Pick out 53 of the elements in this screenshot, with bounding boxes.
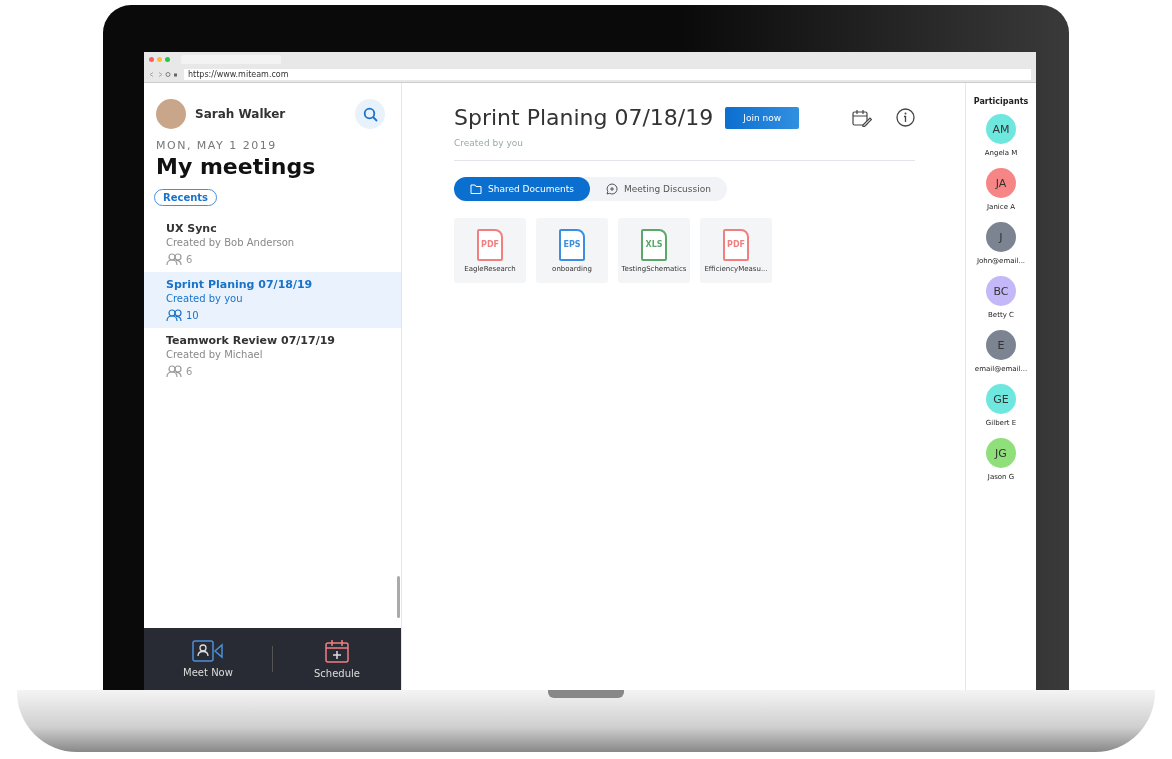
meeting-item[interactable]: Teamwork Review 07/17/19 Created by Michael 6 [144, 328, 401, 384]
meeting-item[interactable]: UX Sync Created by Bob Anderson 6 [144, 216, 401, 272]
meeting-title: UX Sync [166, 222, 218, 235]
participant-count: 6 [186, 253, 193, 265]
calendar-edit-icon [852, 108, 872, 127]
participants-title: Participants [973, 97, 1029, 106]
search-button[interactable] [355, 99, 385, 129]
search-icon [362, 106, 378, 122]
info-button[interactable] [896, 108, 915, 127]
participant-avatar[interactable]: JG [986, 438, 1016, 468]
meeting-creator: Created by Bob Anderson [166, 237, 296, 248]
participant-count: 6 [186, 365, 193, 377]
meeting-item[interactable]: Sprint Planing 07/18/19 Created by you 10 [144, 272, 401, 328]
participant-count: 10 [186, 309, 199, 321]
video-camera-icon [192, 640, 224, 662]
recents-filter[interactable]: Recents [154, 189, 218, 206]
meeting-title: Sprint Planing 07/18/19 [166, 278, 314, 291]
scrollbar[interactable] [397, 576, 400, 618]
date-label: MON, MAY 1 2019 [156, 139, 278, 152]
participant-avatar[interactable]: JA [986, 168, 1016, 198]
people-icon [166, 252, 182, 266]
participant-avatar[interactable]: AM [986, 114, 1016, 144]
page-heading: My meetings [156, 154, 317, 179]
tab[interactable]: Shared Documents [454, 177, 590, 201]
close-window-icon[interactable] [149, 57, 154, 62]
bottom-bar-button[interactable]: Schedule [273, 638, 401, 680]
info-icon [896, 108, 915, 127]
participant-avatar[interactable]: BC [986, 276, 1016, 306]
file-icon: XLS [641, 228, 667, 261]
join-now-button[interactable]: Join now [725, 106, 800, 129]
meeting-heading: Sprint Planing 07/18/19 [454, 105, 714, 130]
bottom-bar-button[interactable]: Meet Now [144, 639, 272, 679]
meeting-creator: Created by you [166, 293, 244, 304]
file-icon: PDF [723, 228, 749, 261]
folder-icon [470, 184, 482, 194]
meeting-creator: Created by you [454, 138, 915, 161]
meeting-creator: Created by Michael [166, 349, 264, 360]
minimize-window-icon[interactable] [157, 57, 162, 62]
navigation-icon[interactable] [149, 72, 179, 77]
people-icon [166, 364, 182, 378]
calendar-add-icon [325, 639, 349, 663]
file-icon: PDF [477, 228, 503, 261]
file-icon: EPS [559, 228, 585, 261]
tab[interactable]: Meeting Discussion [589, 177, 727, 201]
user-name: Sarah Walker [195, 107, 287, 121]
avatar-photo [156, 99, 186, 129]
people-icon [166, 308, 182, 322]
edit-calendar-button[interactable] [852, 108, 872, 127]
chat-bubble-icon [605, 183, 618, 195]
address-bar[interactable]: https://www.miteam.com [184, 69, 1031, 80]
participant-avatar[interactable]: GE [986, 384, 1016, 414]
meeting-title: Teamwork Review 07/17/19 [166, 334, 336, 347]
maximize-window-icon[interactable] [165, 57, 170, 62]
